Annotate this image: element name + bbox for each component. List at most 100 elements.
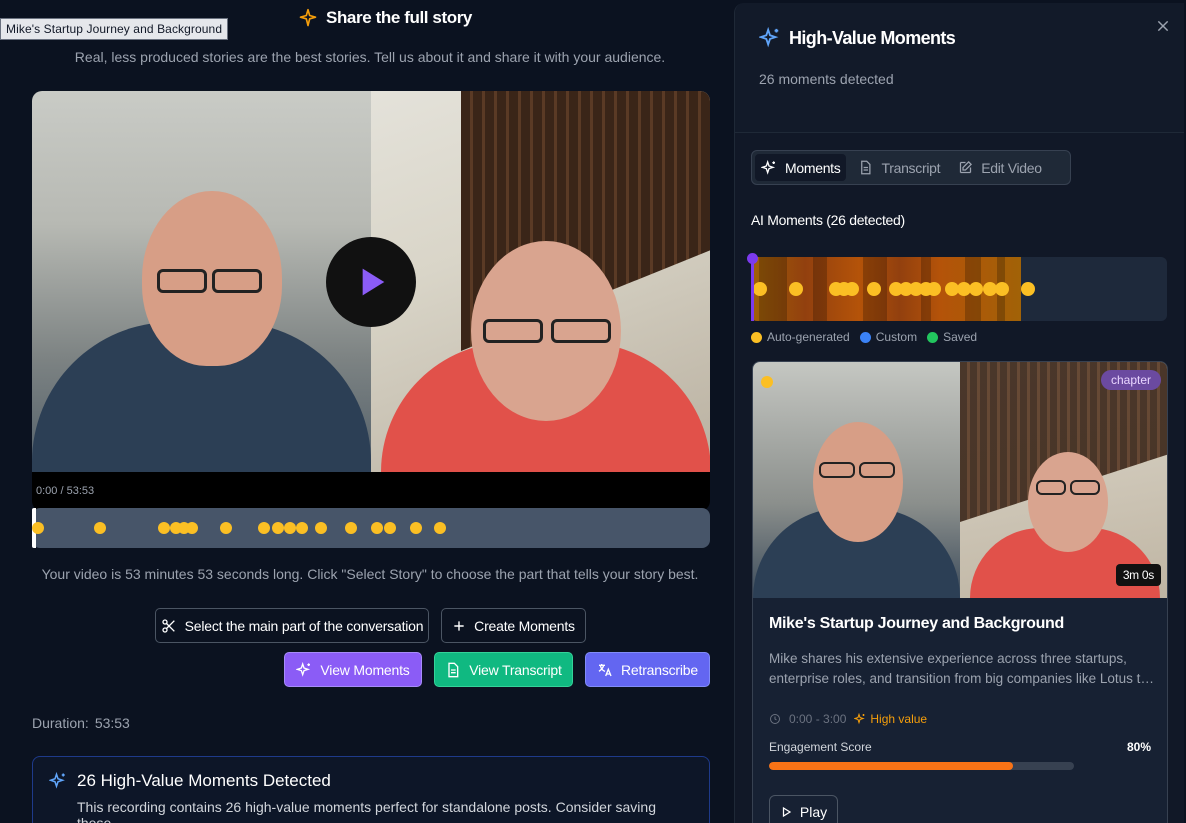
legend-saved-label: Saved [943, 330, 978, 344]
timeline-marker[interactable] [371, 522, 383, 534]
sparkles-icon [761, 159, 776, 175]
moment-marker[interactable] [995, 282, 1009, 296]
timeline-marker[interactable] [410, 522, 422, 534]
sparkles-icon [296, 661, 311, 677]
page-title: Share the full story [298, 8, 472, 28]
moment-play-label: Play [799, 804, 828, 820]
sparkles-icon [759, 27, 779, 48]
tab-transcript-label: Transcript [881, 159, 941, 176]
moment-play-button[interactable]: Play [769, 795, 838, 823]
create-moments-button[interactable]: Create Moments [441, 608, 586, 643]
moments-timeline[interactable] [751, 257, 1167, 321]
view-moments-label: View Moments [320, 661, 410, 678]
engagement-label: Engagement Score [769, 740, 872, 754]
moment-marker[interactable] [927, 282, 941, 296]
moment-description: Mike shares his extensive experience acr… [769, 651, 1148, 686]
moment-marker[interactable] [867, 282, 881, 296]
engagement-bar [769, 762, 1074, 770]
create-moments-label: Create Moments [474, 617, 575, 634]
moment-card[interactable]: chapter 3m 0s Mike's Startup Journey and… [752, 361, 1168, 823]
timeline-marker[interactable] [315, 522, 327, 534]
tab-transcript[interactable]: Transcript [852, 154, 946, 181]
video-player[interactable]: 0:00 / 53:53 [32, 91, 710, 511]
moment-thumbnail[interactable]: chapter 3m 0s [753, 362, 1167, 598]
legend-auto-generated-label: Auto-generated [767, 330, 850, 344]
moment-title: Mike's Startup Journey and Background [769, 615, 1064, 632]
moment-time-range: 0:00 - 3:00 [789, 712, 847, 726]
video-pane-left [32, 91, 371, 472]
legend-custom-label: Custom [875, 330, 918, 344]
moment-marker[interactable] [753, 282, 767, 296]
translate-icon [598, 663, 612, 676]
moment-marker[interactable] [789, 282, 803, 296]
document-icon [448, 662, 459, 677]
timeline-marker[interactable] [158, 522, 170, 534]
callout-text: This recording contains 26 high-value mo… [77, 799, 656, 823]
moments-panel: High-Value Moments 26 moments detected M… [734, 3, 1184, 823]
duration-label: Duration: [32, 715, 89, 731]
select-main-part-label: Select the main part of the conversation [184, 617, 424, 634]
timeline-marker[interactable] [296, 522, 308, 534]
video-timeline[interactable] [32, 508, 710, 548]
play-button[interactable] [326, 237, 416, 327]
timeline-marker[interactable] [32, 522, 44, 534]
tab-moments[interactable]: Moments [755, 154, 847, 181]
moments-timeline-playhead[interactable] [751, 257, 754, 321]
callout-title: 26 High-Value Moments Detected [77, 771, 331, 790]
timeline-marker[interactable] [258, 522, 270, 534]
tooltip: Mike's Startup Journey and Background [0, 18, 229, 40]
close-button[interactable] [1156, 19, 1170, 38]
moments-callout: 26 High-Value Moments Detected This reco… [32, 756, 710, 823]
close-icon [1157, 20, 1169, 32]
page-title-text: Share the full story [326, 8, 472, 27]
moment-marker[interactable] [845, 282, 859, 296]
duration-value: 53:53 [94, 715, 130, 731]
moments-timeline-knob[interactable] [747, 253, 758, 264]
moment-marker[interactable] [1021, 282, 1035, 296]
panel-subtitle: 26 moments detected [759, 71, 894, 87]
panel-header: High-Value Moments 26 moments detected [735, 3, 1184, 133]
select-main-part-button[interactable]: Select the main part of the conversation [155, 608, 429, 643]
time-display: 0:00 / 53:53 [36, 485, 95, 497]
scissors-icon [161, 618, 175, 633]
chapter-badge: chapter [1100, 370, 1161, 390]
view-transcript-label: View Transcript [469, 661, 562, 678]
panel-title-text: High-Value Moments [789, 27, 956, 48]
retranscribe-button[interactable]: Retranscribe [585, 652, 710, 687]
panel-tabs: Moments Transcript Edit Video [751, 150, 1071, 185]
legend-auto-generated: Auto-generated [751, 330, 850, 344]
sparkle-icon [299, 8, 317, 27]
engagement-value: 80% [1126, 740, 1151, 754]
tab-edit-video[interactable]: Edit Video [952, 154, 1048, 181]
engagement-bar-fill [769, 762, 1013, 770]
view-transcript-button[interactable]: View Transcript [434, 652, 573, 687]
timeline-marker[interactable] [284, 522, 296, 534]
sparkles-icon [854, 713, 866, 725]
retranscribe-label: Retranscribe [621, 661, 698, 678]
video-pane-right [371, 91, 710, 472]
play-icon [362, 268, 385, 296]
duration: Duration: 53:53 [32, 715, 130, 731]
auto-generated-indicator [761, 376, 773, 388]
tab-edit-video-label: Edit Video [981, 159, 1042, 176]
moment-meta: 0:00 - 3:00 High value [769, 712, 927, 726]
timeline-marker[interactable] [220, 522, 232, 534]
moment-marker[interactable] [969, 282, 983, 296]
high-value-label: High value [870, 712, 928, 726]
legend-saved: Saved [927, 330, 977, 344]
timeline-marker[interactable] [345, 522, 357, 534]
timeline-marker[interactable] [434, 522, 446, 534]
timeline-marker[interactable] [272, 522, 284, 534]
legend-custom: Custom [859, 330, 918, 344]
panel-title: High-Value Moments [759, 27, 956, 49]
view-moments-button[interactable]: View Moments [284, 652, 422, 687]
timeline-marker[interactable] [186, 522, 198, 534]
document-icon [861, 160, 871, 175]
plus-icon [454, 620, 464, 631]
tab-moments-label: Moments [785, 159, 841, 176]
clock-icon [770, 714, 780, 724]
duration-badge: 3m 0s [1115, 564, 1161, 586]
timeline-marker[interactable] [94, 522, 106, 534]
timeline-marker[interactable] [384, 522, 396, 534]
ai-moments-label: AI Moments (26 detected) [751, 212, 905, 228]
